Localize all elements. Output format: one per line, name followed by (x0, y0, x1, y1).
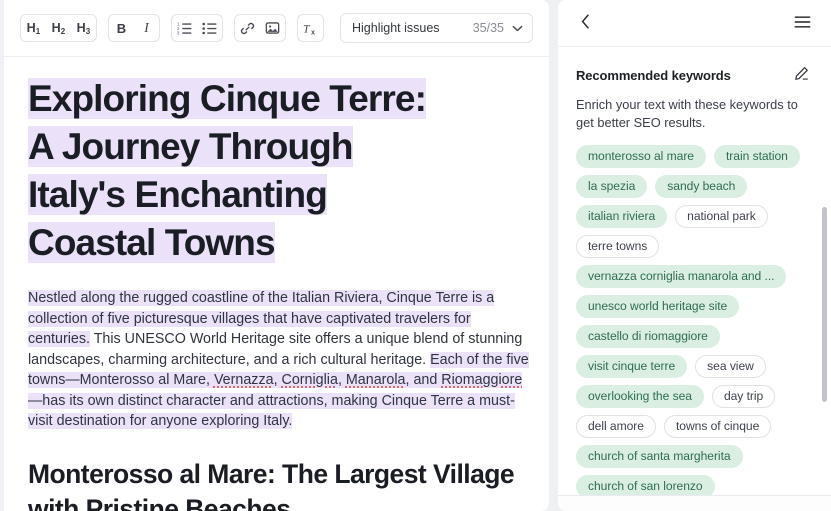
bold-button[interactable]: B (109, 15, 134, 41)
text-style-button-group: B I (108, 14, 160, 42)
bold-label: B (117, 21, 126, 36)
link-icon (240, 21, 255, 36)
edit-keywords-button[interactable] (789, 63, 813, 87)
sidebar-menu-button[interactable] (790, 11, 814, 35)
recommended-keywords-title: Recommended keywords (576, 68, 731, 83)
sidebar-title-row: Recommended keywords (576, 63, 813, 87)
italic-label: I (144, 20, 149, 36)
editor-toolbar: H1 H2 H3 B I (4, 0, 549, 57)
heading-3-button[interactable]: H3 (71, 15, 96, 41)
heading-3-number: 3 (86, 27, 91, 36)
misspelled-word-corniglia[interactable]: Corniglia (282, 372, 338, 388)
keyword-chip[interactable]: church of santa margherita (576, 445, 743, 468)
keywords-description: Enrich your text with these keywords to … (576, 96, 806, 132)
keyword-chip[interactable]: visit cinque terre (576, 355, 687, 378)
title-line-2: A Journey Through (28, 126, 353, 167)
sidebar-scrollbar[interactable] (822, 207, 827, 402)
sidebar-header (558, 0, 831, 47)
document-title: Exploring Cinque Terre: A Journey Throug… (28, 75, 531, 267)
title-line-4: Coastal Towns (28, 222, 275, 263)
highlight-issues-dropdown[interactable]: Highlight issues 35/35 (340, 13, 533, 43)
insert-button-group (234, 14, 286, 42)
link-button[interactable] (235, 15, 260, 41)
title-line-1: Exploring Cinque Terre: (28, 78, 426, 119)
paragraph-sep-1: , (274, 372, 282, 388)
svg-text:x: x (311, 28, 315, 35)
heading-3-letter: H (77, 21, 86, 35)
bullet-list-icon (202, 21, 217, 35)
sidebar-scroll-area: Recommended keywords Enrich your text wi… (558, 47, 831, 495)
sidebar-back-button[interactable] (573, 11, 597, 35)
keyword-chip[interactable]: sea view (695, 355, 766, 378)
hamburger-menu-icon (794, 15, 811, 32)
title-line-3: Italy's Enchanting (28, 174, 327, 215)
keyword-chip[interactable]: vernazza corniglia manarola and ... (576, 265, 786, 288)
clear-formatting-button[interactable]: T x (298, 15, 323, 41)
heading-button-group: H1 H2 H3 (20, 14, 97, 42)
image-icon (265, 21, 280, 35)
keyword-chip[interactable]: towns of cinque (664, 415, 771, 438)
heading-2-number: 2 (61, 27, 66, 36)
keyword-chip[interactable]: monterosso al mare (576, 145, 706, 168)
app-root: H1 H2 H3 B I (0, 0, 831, 511)
misspelled-word-vernazza[interactable]: Vernazza (214, 372, 274, 388)
keyword-chip[interactable]: dell amore (576, 415, 656, 438)
keyword-chip[interactable]: train station (714, 145, 800, 168)
ordered-list-button[interactable]: 1 2 3 (172, 15, 197, 41)
highlight-issues-count: 35/35 (473, 21, 504, 35)
keyword-chip[interactable]: italian riviera (576, 205, 667, 228)
image-button[interactable] (260, 15, 285, 41)
keyword-chip[interactable]: sandy beach (655, 175, 747, 198)
document-paragraph: Nestled along the rugged coastline of th… (28, 288, 531, 432)
clear-formatting-icon: T x (302, 21, 319, 36)
misspelled-word-riomaggiore[interactable]: Riomaggiore (441, 372, 522, 388)
paragraph-sep-2: , (338, 372, 346, 388)
chevron-down-icon (512, 25, 523, 32)
keyword-chip[interactable]: castello di riomaggiore (576, 325, 720, 348)
heading-1-number: 1 (36, 27, 41, 36)
list-button-group: 1 2 3 (171, 14, 223, 42)
keyword-chip-list: monterosso al mare train station la spez… (576, 145, 813, 495)
sidebar-footer (558, 495, 831, 511)
heading-1-button[interactable]: H1 (21, 15, 46, 41)
misspelled-word-manarola[interactable]: Manarola (346, 372, 406, 388)
svg-text:3: 3 (177, 31, 180, 35)
heading-2-letter: H (52, 21, 61, 35)
svg-text:T: T (303, 21, 311, 35)
keyword-chip[interactable]: unesco world heritage site (576, 295, 739, 318)
heading-2-button[interactable]: H2 (46, 15, 71, 41)
keyword-chip[interactable]: church of san lorenzo (576, 475, 715, 495)
paragraph-highlight-2b: —has its own distinct character and attr… (28, 393, 515, 430)
document-heading-2: Monterosso al Mare: The Largest Village … (28, 457, 531, 511)
heading-1-letter: H (27, 21, 36, 35)
highlight-issues-label: Highlight issues (352, 21, 440, 35)
clear-formatting-group: T x (297, 14, 324, 42)
ordered-list-icon: 1 2 3 (177, 21, 192, 35)
editor-panel: H1 H2 H3 B I (4, 0, 549, 511)
keyword-chip[interactable]: national park (675, 205, 768, 228)
pencil-edit-icon (794, 66, 809, 84)
bullet-list-button[interactable] (197, 15, 222, 41)
document-body[interactable]: Exploring Cinque Terre: A Journey Throug… (4, 57, 549, 511)
chevron-left-icon (581, 14, 590, 32)
keyword-chip[interactable]: overlooking the sea (576, 385, 704, 408)
keyword-chip[interactable]: terre towns (576, 235, 659, 258)
italic-button[interactable]: I (134, 15, 159, 41)
keyword-chip[interactable]: la spezia (576, 175, 647, 198)
paragraph-sep-3: , and (406, 372, 442, 388)
keywords-sidebar: Recommended keywords Enrich your text wi… (558, 0, 831, 511)
keyword-chip[interactable]: day trip (712, 385, 775, 408)
